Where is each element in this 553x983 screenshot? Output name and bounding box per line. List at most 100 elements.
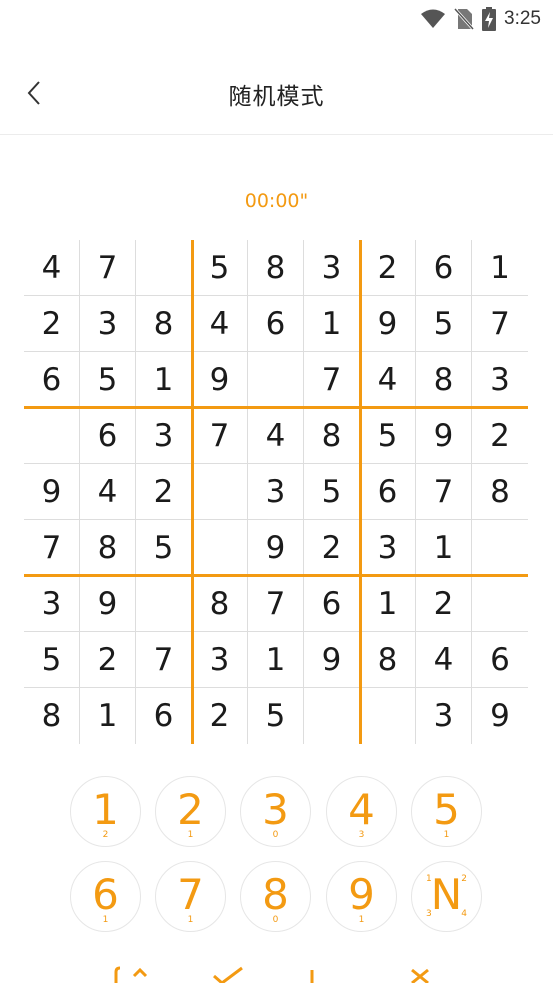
sudoku-cell[interactable]: 2 [472,408,528,464]
sudoku-cell[interactable]: 4 [416,632,472,688]
sudoku-cell[interactable]: 8 [136,296,192,352]
box-divider-vertical [191,240,194,744]
sudoku-cell[interactable]: 8 [80,520,136,576]
sudoku-cell[interactable]: 8 [24,688,80,744]
sudoku-cell[interactable]: 5 [136,520,192,576]
sudoku-cell[interactable]: 7 [416,464,472,520]
sudoku-cell[interactable]: 3 [304,240,360,296]
number-button-5[interactable]: 5 1 [411,776,482,847]
number-button-3[interactable]: 3 0 [240,776,311,847]
box-divider-horizontal [24,574,528,577]
sudoku-cell[interactable]: 3 [24,576,80,632]
sudoku-cell[interactable]: 6 [360,464,416,520]
sudoku-cell[interactable]: 8 [360,632,416,688]
sudoku-cell[interactable] [248,352,304,408]
sudoku-cell[interactable]: 9 [192,352,248,408]
sudoku-cell[interactable]: 7 [24,520,80,576]
sudoku-cell[interactable] [472,520,528,576]
sudoku-cell[interactable]: 3 [416,688,472,744]
sudoku-cell[interactable]: 3 [360,520,416,576]
sudoku-cell[interactable]: 1 [416,520,472,576]
sudoku-cell[interactable]: 8 [304,408,360,464]
sudoku-cell[interactable]: 5 [304,464,360,520]
sudoku-cell[interactable]: 6 [136,688,192,744]
undo-button[interactable] [108,960,148,983]
number-button-9[interactable]: 9 1 [326,861,397,932]
number-button-8[interactable]: 8 0 [240,861,311,932]
sudoku-cell[interactable]: 6 [24,352,80,408]
sudoku-cell[interactable]: 1 [136,352,192,408]
sudoku-cell[interactable]: 7 [304,352,360,408]
sudoku-cell[interactable]: 9 [80,576,136,632]
sudoku-cell[interactable]: 5 [80,352,136,408]
sudoku-cell[interactable]: 6 [472,632,528,688]
sudoku-cell[interactable] [304,688,360,744]
sudoku-cell[interactable]: 4 [80,464,136,520]
app-header: 随机模式 [0,55,553,135]
sudoku-cell[interactable]: 2 [80,632,136,688]
sudoku-cell[interactable]: 6 [80,408,136,464]
sudoku-cell[interactable]: 4 [248,408,304,464]
sudoku-cell[interactable]: 2 [416,576,472,632]
sudoku-cell[interactable]: 9 [304,632,360,688]
erase-button[interactable] [400,960,440,983]
sudoku-cell[interactable]: 1 [248,632,304,688]
sudoku-cell[interactable]: 5 [248,688,304,744]
check-button[interactable] [208,960,248,983]
sudoku-cell[interactable]: 5 [416,296,472,352]
sudoku-cell[interactable]: 9 [472,688,528,744]
number-button-1[interactable]: 1 2 [70,776,141,847]
sudoku-cell[interactable]: 3 [136,408,192,464]
sudoku-cell[interactable]: 4 [24,240,80,296]
sudoku-cell[interactable]: 7 [472,296,528,352]
undo-icon [114,966,148,983]
sudoku-cell[interactable]: 1 [472,240,528,296]
sudoku-cell[interactable]: 7 [80,240,136,296]
sudoku-cell[interactable] [136,576,192,632]
note-corner: 3 [426,909,432,919]
sudoku-cell[interactable]: 5 [24,632,80,688]
sudoku-cell[interactable]: 5 [192,240,248,296]
sudoku-cell[interactable]: 9 [248,520,304,576]
sudoku-cell[interactable]: 8 [472,464,528,520]
sudoku-cell[interactable]: 3 [192,632,248,688]
number-button-4[interactable]: 4 3 [326,776,397,847]
number-button-6[interactable]: 6 1 [70,861,141,932]
sudoku-cell[interactable]: 6 [304,576,360,632]
sudoku-cell[interactable]: 4 [192,296,248,352]
sudoku-cell[interactable]: 7 [248,576,304,632]
sudoku-cell[interactable] [472,576,528,632]
sudoku-cell[interactable] [360,688,416,744]
sudoku-cell[interactable]: 3 [472,352,528,408]
sudoku-cell[interactable] [192,464,248,520]
sudoku-cell[interactable]: 2 [360,240,416,296]
sudoku-cell[interactable]: 9 [416,408,472,464]
sudoku-cell[interactable]: 7 [192,408,248,464]
pencil-button[interactable] [292,960,332,983]
sudoku-cell[interactable]: 8 [416,352,472,408]
sudoku-cell[interactable]: 1 [80,688,136,744]
sudoku-cell[interactable]: 8 [248,240,304,296]
sudoku-cell[interactable]: 7 [136,632,192,688]
number-button-2[interactable]: 2 1 [155,776,226,847]
number-button-7[interactable]: 7 1 [155,861,226,932]
sudoku-cell[interactable]: 2 [24,296,80,352]
sudoku-cell[interactable]: 9 [360,296,416,352]
sudoku-cell[interactable]: 2 [192,688,248,744]
sudoku-cell[interactable]: 5 [360,408,416,464]
sudoku-cell[interactable]: 2 [136,464,192,520]
sudoku-cell[interactable]: 8 [192,576,248,632]
sudoku-cell[interactable]: 1 [304,296,360,352]
sudoku-cell[interactable] [24,408,80,464]
sudoku-cell[interactable] [192,520,248,576]
sudoku-cell[interactable]: 6 [248,296,304,352]
sudoku-cell[interactable]: 2 [304,520,360,576]
sudoku-cell[interactable]: 6 [416,240,472,296]
sudoku-cell[interactable]: 4 [360,352,416,408]
sudoku-cell[interactable]: 9 [24,464,80,520]
sudoku-cell[interactable] [136,240,192,296]
sudoku-cell[interactable]: 3 [80,296,136,352]
sudoku-cell[interactable]: 3 [248,464,304,520]
notes-mode-button[interactable]: N 1 2 3 4 [411,861,482,932]
sudoku-cell[interactable]: 1 [360,576,416,632]
